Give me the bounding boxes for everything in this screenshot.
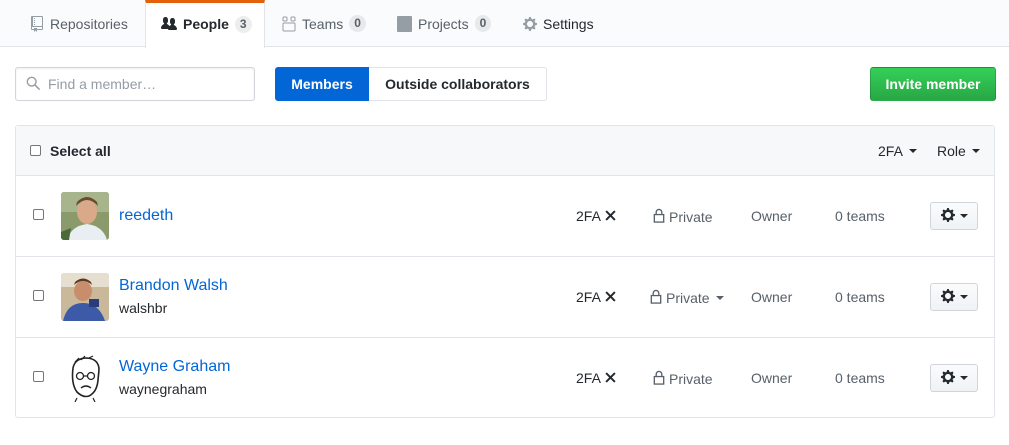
tab-label: Projects bbox=[418, 15, 469, 32]
avatar[interactable] bbox=[61, 273, 109, 321]
chevron-down-icon bbox=[971, 149, 980, 153]
avatar[interactable] bbox=[61, 354, 109, 402]
member-login: walshbr bbox=[119, 300, 168, 316]
invite-member-button[interactable]: Invite member bbox=[870, 67, 996, 101]
visibility-label: Private bbox=[666, 290, 710, 306]
member-teams-count[interactable]: 0 teams bbox=[835, 289, 885, 305]
twofa-label: 2FA bbox=[576, 370, 601, 386]
table-header: Select all 2FA Role bbox=[16, 126, 994, 176]
repo-icon bbox=[30, 15, 44, 32]
membership-visibility-dropdown[interactable]: Private bbox=[650, 289, 724, 307]
table-row: Wayne Graham waynegraham 2FA Private Own… bbox=[16, 338, 994, 419]
search-icon bbox=[26, 76, 40, 93]
table-row: reedeth 2FA Private Owner 0 teams bbox=[16, 176, 994, 257]
visibility-label: Private bbox=[669, 371, 713, 387]
twofa-label: 2FA bbox=[576, 208, 601, 224]
member-teams-count[interactable]: 0 teams bbox=[835, 370, 885, 386]
tab-label: People bbox=[183, 16, 229, 32]
gear-icon bbox=[523, 16, 537, 32]
twofa-status: 2FA bbox=[576, 208, 616, 224]
gear-icon bbox=[940, 288, 955, 307]
search-input[interactable] bbox=[46, 69, 246, 99]
member-type-toggle: Members Outside collaborators bbox=[275, 67, 547, 101]
teams-count-badge: 0 bbox=[349, 15, 366, 32]
org-tab-nav: Repositories People 3 Teams 0 Projects 0… bbox=[0, 0, 1009, 48]
twofa-label: 2FA bbox=[576, 289, 601, 305]
outside-collaborators-button[interactable]: Outside collaborators bbox=[369, 67, 547, 101]
member-teams-count[interactable]: 0 teams bbox=[835, 208, 885, 224]
membership-visibility: Private bbox=[653, 370, 713, 388]
tab-label: Settings bbox=[543, 15, 594, 32]
chevron-down-icon bbox=[959, 295, 968, 299]
members-table: Select all 2FA Role reedeth 2FA Private … bbox=[15, 125, 995, 418]
people-icon bbox=[161, 16, 177, 32]
member-name-link[interactable]: Brandon Walsh bbox=[119, 277, 228, 295]
gear-icon bbox=[940, 369, 955, 388]
projects-count-badge: 0 bbox=[474, 15, 492, 32]
avatar[interactable] bbox=[61, 192, 109, 240]
member-login: waynegraham bbox=[119, 381, 207, 397]
chevron-down-icon bbox=[959, 376, 968, 380]
project-icon bbox=[397, 15, 412, 32]
member-role: Owner bbox=[751, 208, 793, 224]
table-row: Brandon Walsh walshbr 2FA Private Owner … bbox=[16, 257, 994, 338]
member-actions-button[interactable] bbox=[930, 364, 978, 392]
lock-icon bbox=[653, 208, 665, 226]
member-search-box[interactable] bbox=[15, 67, 255, 101]
twofa-status: 2FA bbox=[576, 289, 616, 305]
x-icon bbox=[605, 370, 616, 386]
select-all-label: Select all bbox=[50, 143, 111, 159]
twofa-filter-dropdown[interactable]: 2FA bbox=[878, 143, 917, 159]
row-checkbox[interactable] bbox=[33, 209, 44, 220]
lock-icon bbox=[650, 289, 662, 307]
member-name-link[interactable]: reedeth bbox=[119, 207, 173, 225]
tab-settings[interactable]: Settings bbox=[523, 0, 594, 47]
members-button[interactable]: Members bbox=[275, 67, 369, 101]
twofa-filter-label: 2FA bbox=[878, 143, 903, 159]
tab-repositories[interactable]: Repositories bbox=[30, 0, 128, 47]
tab-label: Teams bbox=[302, 15, 344, 32]
member-actions-button[interactable] bbox=[930, 283, 978, 311]
teams-icon bbox=[282, 16, 296, 32]
chevron-down-icon bbox=[908, 149, 917, 153]
select-all-checkbox[interactable] bbox=[30, 145, 41, 156]
row-checkbox[interactable] bbox=[33, 371, 44, 382]
member-role: Owner bbox=[751, 289, 793, 305]
tab-teams[interactable]: Teams 0 bbox=[282, 0, 366, 47]
gear-icon bbox=[940, 207, 955, 226]
chevron-down-icon bbox=[959, 214, 968, 218]
visibility-label: Private bbox=[669, 209, 713, 225]
twofa-status: 2FA bbox=[576, 370, 616, 386]
tab-projects[interactable]: Projects 0 bbox=[397, 0, 492, 47]
chevron-down-icon bbox=[715, 296, 724, 300]
member-role: Owner bbox=[751, 370, 793, 386]
role-filter-dropdown[interactable]: Role bbox=[937, 143, 980, 159]
tab-label: Repositories bbox=[50, 15, 128, 32]
membership-visibility: Private bbox=[653, 208, 713, 226]
member-actions-button[interactable] bbox=[930, 202, 978, 230]
x-icon bbox=[605, 208, 616, 224]
people-count-badge: 3 bbox=[234, 15, 252, 33]
row-checkbox[interactable] bbox=[33, 290, 44, 301]
x-icon bbox=[605, 289, 616, 305]
role-filter-label: Role bbox=[937, 143, 966, 159]
lock-icon bbox=[653, 370, 665, 388]
tab-people[interactable]: People 3 bbox=[145, 0, 265, 48]
member-name-link[interactable]: Wayne Graham bbox=[119, 358, 230, 376]
